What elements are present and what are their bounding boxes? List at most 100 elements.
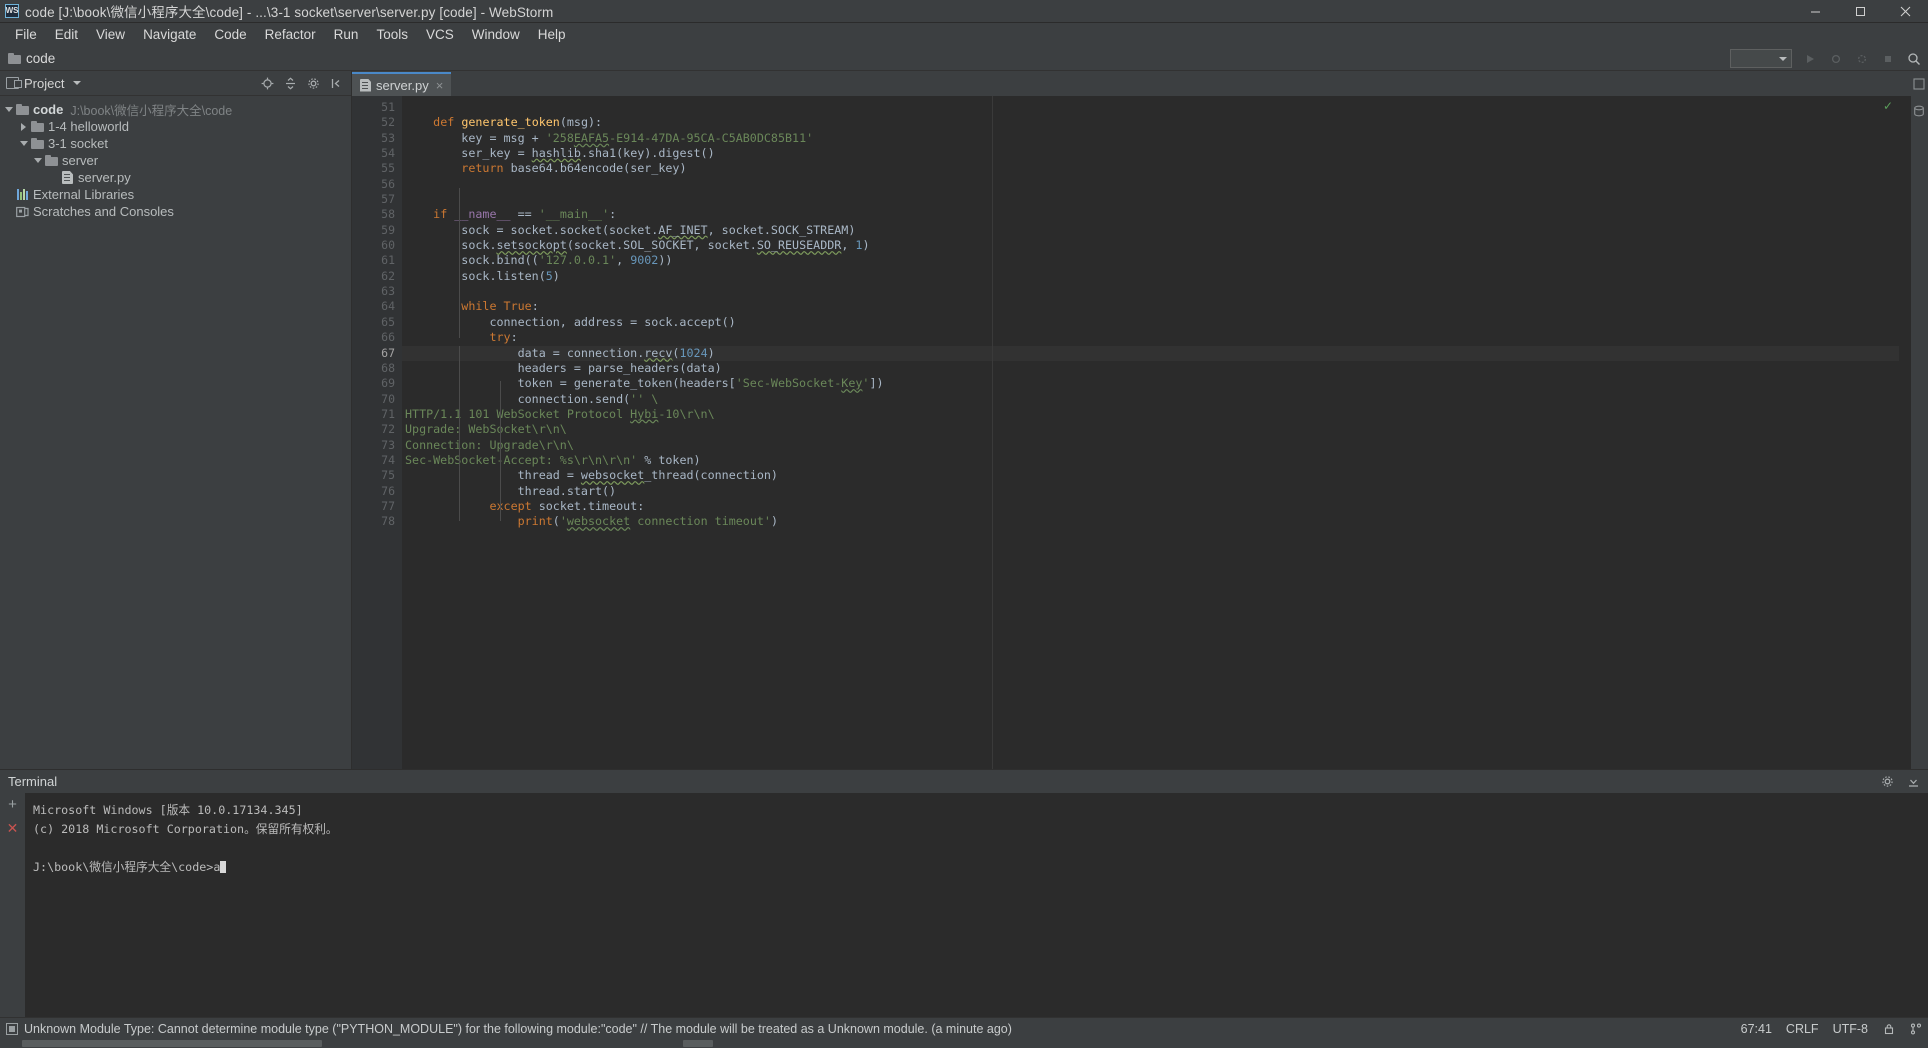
chevron-right-icon[interactable]: [17, 122, 30, 131]
code-line[interactable]: Upgrade: WebSocket\r\n\: [402, 422, 1899, 437]
terminal-title[interactable]: Terminal: [8, 774, 57, 789]
debug-button[interactable]: [1828, 51, 1844, 67]
project-tree[interactable]: code J:\book\微信小程序大全\code 1-4 helloworld…: [0, 96, 351, 769]
menu-code[interactable]: Code: [205, 24, 255, 46]
status-message[interactable]: Unknown Module Type: Cannot determine mo…: [6, 1022, 1012, 1036]
settings-gear-icon[interactable]: [306, 76, 320, 90]
line-number: 53: [381, 130, 395, 145]
code-editor[interactable]: 51 52 53 54 55 56 57 58 59 60 61 62 63 64 65 66 67 68 69 70…: [352, 96, 1911, 769]
tree-item-server-py[interactable]: server.py: [0, 169, 351, 186]
hide-panel-icon[interactable]: [329, 76, 343, 90]
branch-icon[interactable]: [1909, 1022, 1922, 1035]
line-separator[interactable]: CRLF: [1786, 1022, 1819, 1036]
run-configuration-select[interactable]: [1730, 49, 1792, 68]
right-tool-strip: [1911, 71, 1928, 769]
menu-tools[interactable]: Tools: [367, 24, 417, 46]
terminal-body[interactable]: + ✕ Microsoft Windows [版本 10.0.17134.345…: [0, 793, 1928, 1017]
stop-button[interactable]: [1880, 51, 1896, 67]
code-line[interactable]: token = generate_token(headers['Sec-WebS…: [402, 376, 1899, 391]
code-line[interactable]: Connection: Upgrade\r\n\: [402, 438, 1899, 453]
lock-icon[interactable]: [1882, 1022, 1895, 1035]
maven-icon[interactable]: [1913, 77, 1926, 90]
menu-help[interactable]: Help: [529, 24, 575, 46]
menu-refactor[interactable]: Refactor: [256, 24, 325, 46]
code-line[interactable]: return base64.b64encode(ser_key): [402, 161, 1899, 176]
code-line[interactable]: data = connection.recv(1024): [402, 345, 1899, 361]
new-terminal-tab-icon[interactable]: +: [8, 797, 17, 812]
hide-panel-icon[interactable]: [1906, 775, 1920, 789]
tree-item-code[interactable]: code J:\book\微信小程序大全\code: [0, 101, 351, 118]
tree-item-scratches-and-consoles[interactable]: Scratches and Consoles: [0, 203, 351, 220]
code-line[interactable]: sock.listen(5): [402, 269, 1899, 284]
close-icon[interactable]: ×: [436, 78, 444, 93]
tree-item-label: Scratches and Consoles: [33, 204, 174, 219]
chevron-down-icon[interactable]: [31, 158, 44, 163]
tree-item-server-folder[interactable]: server: [0, 152, 351, 169]
status-bar: Unknown Module Type: Cannot determine mo…: [0, 1017, 1928, 1039]
close-terminal-tab-icon[interactable]: ✕: [7, 821, 19, 835]
code-line[interactable]: sock.setsockopt(socket.SOL_SOCKET, socke…: [402, 238, 1899, 253]
code-line[interactable]: [402, 177, 1899, 192]
code-line[interactable]: key = msg + '258EAFA5-E914-47DA-95CA-C5A…: [402, 131, 1899, 146]
minimize-button[interactable]: [1793, 0, 1838, 23]
code-line[interactable]: Sec-WebSocket-Accept: %s\r\n\r\n' % toke…: [402, 453, 1899, 468]
code-line[interactable]: sock = socket.socket(socket.AF_INET, soc…: [402, 223, 1899, 238]
project-panel-title[interactable]: Project: [6, 76, 82, 91]
code-line[interactable]: print('websocket connection timeout'): [402, 514, 1899, 529]
code-line[interactable]: [402, 100, 1899, 115]
scroll-thumb: [22, 1040, 322, 1047]
code-line[interactable]: ser_key = hashlib.sha1(key).digest(): [402, 146, 1899, 161]
menu-run[interactable]: Run: [325, 24, 368, 46]
line-number: 70: [381, 391, 395, 406]
line-number: 68: [381, 360, 395, 375]
code-content[interactable]: ✓ def generate_token(msg): key = msg + '…: [402, 96, 1899, 769]
tree-item-helloworld[interactable]: 1-4 helloworld: [0, 118, 351, 135]
inspection-status-icon[interactable]: ✓: [1883, 99, 1893, 113]
code-line[interactable]: try:: [402, 330, 1899, 345]
code-line[interactable]: connection.send('' \: [402, 392, 1899, 407]
editor-marker-strip[interactable]: [1899, 96, 1911, 769]
code-line[interactable]: [402, 284, 1899, 299]
caret-position[interactable]: 67:41: [1741, 1022, 1772, 1036]
menu-navigate[interactable]: Navigate: [134, 24, 205, 46]
chevron-down-icon[interactable]: [2, 107, 15, 112]
code-line[interactable]: def generate_token(msg):: [402, 115, 1899, 130]
code-line[interactable]: thread = websocket_thread(connection): [402, 468, 1899, 483]
code-line[interactable]: [402, 192, 1899, 207]
maximize-button[interactable]: [1838, 0, 1883, 23]
tree-item-label: server.py: [78, 170, 131, 185]
tab-server-py[interactable]: server.py ×: [352, 72, 452, 96]
code-line[interactable]: HTTP/1.1 101 WebSocket Protocol Hybi-10\…: [402, 407, 1899, 422]
code-line[interactable]: while True:: [402, 299, 1899, 314]
code-line[interactable]: thread.start(): [402, 484, 1899, 499]
code-line[interactable]: headers = parse_headers(data): [402, 361, 1899, 376]
coverage-button[interactable]: [1854, 51, 1870, 67]
database-icon[interactable]: [1913, 104, 1926, 117]
menu-vcs[interactable]: VCS: [417, 24, 463, 46]
code-line[interactable]: sock.bind(('127.0.0.1', 9002)): [402, 253, 1899, 268]
terminal-tool-window: Terminal + ✕ Microsoft Windows [版本 10.0.…: [0, 769, 1928, 1017]
menu-edit[interactable]: Edit: [46, 24, 87, 46]
terminal-line: Microsoft Windows [版本 10.0.17134.345]: [33, 803, 303, 817]
collapse-all-icon[interactable]: [283, 76, 297, 90]
locate-file-icon[interactable]: [260, 76, 274, 90]
run-button[interactable]: [1802, 51, 1818, 67]
code-line[interactable]: except socket.timeout:: [402, 499, 1899, 514]
code-line[interactable]: connection, address = sock.accept(): [402, 315, 1899, 330]
tree-item-socket[interactable]: 3-1 socket: [0, 135, 351, 152]
settings-gear-icon[interactable]: [1880, 775, 1894, 789]
terminal-output[interactable]: Microsoft Windows [版本 10.0.17134.345] (c)…: [25, 793, 1928, 1017]
line-number: 63: [381, 284, 395, 299]
breadcrumb[interactable]: code: [8, 51, 55, 66]
code-line[interactable]: if __name__ == '__main__':: [402, 207, 1899, 222]
menu-view[interactable]: View: [87, 24, 134, 46]
menu-window[interactable]: Window: [463, 24, 529, 46]
chevron-down-icon[interactable]: [17, 141, 30, 146]
bottom-scroll-rail[interactable]: [0, 1039, 1928, 1048]
file-encoding[interactable]: UTF-8: [1833, 1022, 1868, 1036]
menu-file[interactable]: File: [6, 24, 46, 46]
line-number: 59: [381, 222, 395, 237]
tree-item-external-libraries[interactable]: External Libraries: [0, 186, 351, 203]
search-everywhere-icon[interactable]: [1906, 51, 1922, 67]
close-button[interactable]: [1883, 0, 1928, 23]
